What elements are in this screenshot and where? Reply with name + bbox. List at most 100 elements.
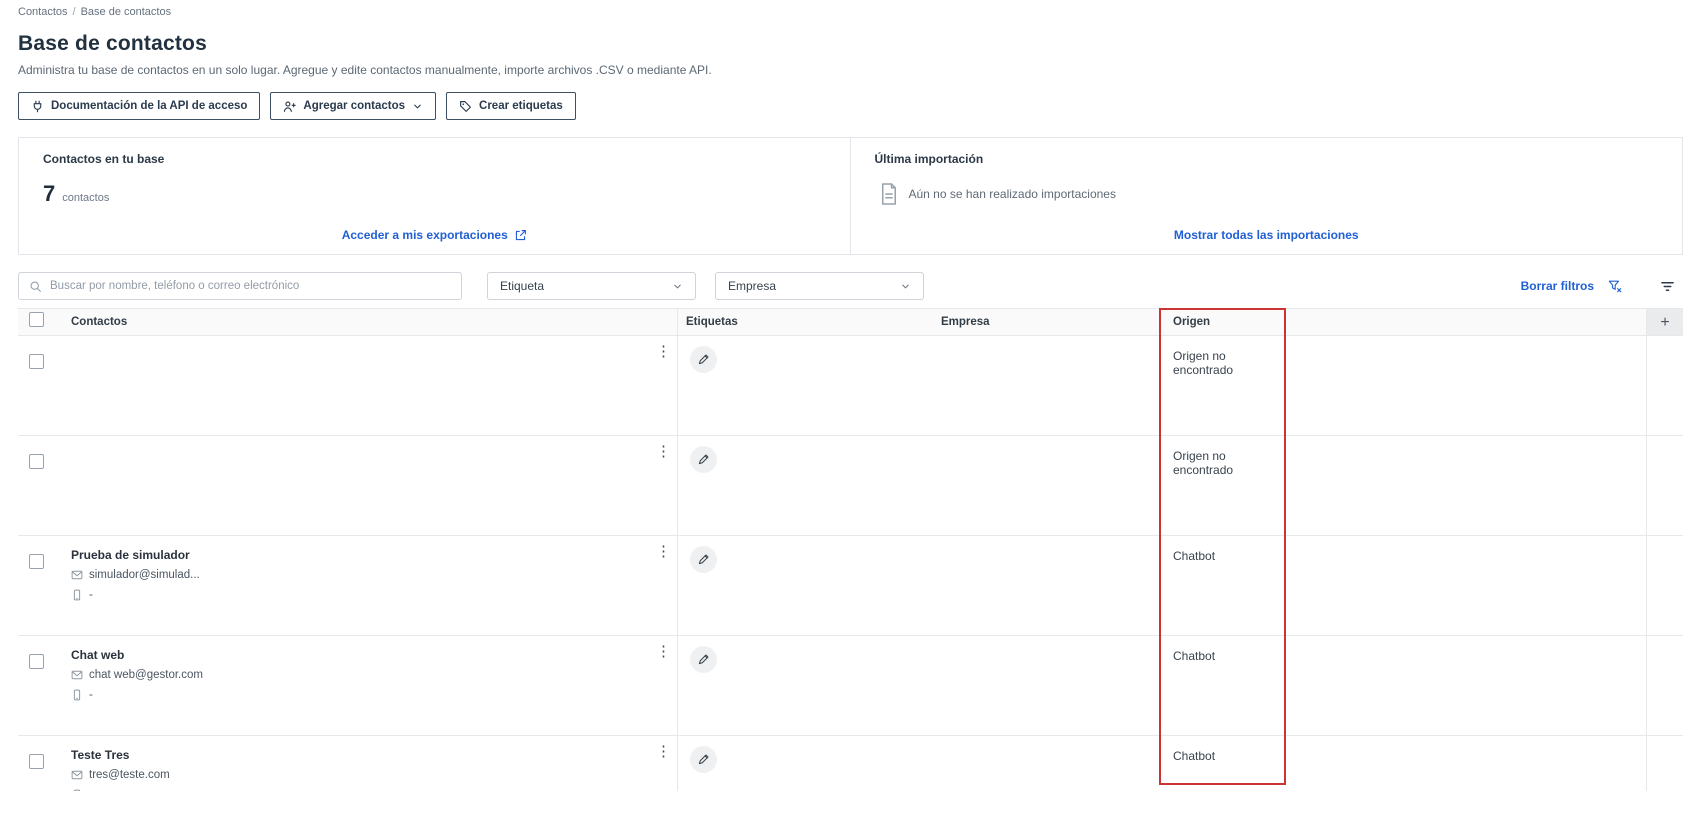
mobile-phone-icon: [73, 789, 81, 791]
create-tags-label: Crear etiquetas: [479, 100, 563, 112]
page-subtitle: Administra tu base de contactos en un so…: [18, 63, 712, 77]
company-cell: [931, 536, 1161, 635]
company-filter-select[interactable]: Empresa: [715, 272, 924, 300]
table-row: Teste Tres tres@teste.com - ⋮ Chatbot: [18, 736, 1683, 791]
contacts-count: 7: [43, 181, 56, 206]
contact-phone-value: -: [89, 788, 93, 791]
contact-info: Teste Tres tres@teste.com -: [64, 736, 677, 791]
tag-filter-label: Etiqueta: [500, 279, 545, 293]
person-add-icon: [284, 101, 297, 112]
last-import-title: Última importación: [874, 152, 984, 166]
tag-icon: [460, 100, 471, 112]
create-tags-button[interactable]: Crear etiquetas: [446, 92, 576, 120]
contact-phone: -: [71, 588, 677, 602]
row-menu-button[interactable]: ⋮: [656, 744, 671, 759]
row-checkbox[interactable]: [29, 454, 44, 469]
breadcrumb-contactos[interactable]: Contactos: [18, 6, 68, 18]
company-cell: [931, 736, 1161, 791]
column-header-empresa: Empresa: [941, 316, 990, 328]
exports-link[interactable]: Acceder a mis exportaciones: [342, 228, 527, 242]
contact-email: chat web@gestor.com: [71, 668, 677, 682]
origin-value: Origen no encontrado: [1173, 349, 1234, 377]
add-contacts-label: Agregar contactos: [303, 100, 406, 112]
row-checkbox[interactable]: [29, 754, 44, 769]
breadcrumb-base-de-contactos: Base de contactos: [80, 6, 172, 18]
contact-phone: -: [71, 788, 677, 791]
contacts-page: Contactos / Base de contactos Base de cont…: [0, 0, 1689, 819]
row-checkbox[interactable]: [29, 554, 44, 569]
filter-settings-icon[interactable]: [1660, 279, 1675, 294]
document-icon: [881, 183, 896, 205]
pencil-icon: [698, 354, 709, 365]
clear-filters-link[interactable]: Borrar filtros: [1521, 279, 1622, 293]
show-imports-link[interactable]: Mostrar todas las importaciones: [1174, 228, 1359, 242]
table-row: Chat web chat web@gestor.com - ⋮ Chatbot: [18, 636, 1683, 736]
row-menu-button[interactable]: ⋮: [656, 544, 671, 559]
contact-phone-value: -: [89, 589, 93, 601]
row-menu-button[interactable]: ⋮: [656, 444, 671, 459]
add-column-button[interactable]: +: [1646, 309, 1683, 335]
edit-tags-button[interactable]: [690, 746, 717, 773]
filter-clear-icon: [1608, 280, 1622, 293]
tag-filter-select[interactable]: Etiqueta: [487, 272, 696, 300]
origin-value: Chatbot: [1173, 749, 1216, 763]
mobile-phone-icon: [73, 689, 81, 701]
row-menu-button[interactable]: ⋮: [656, 644, 671, 659]
edit-tags-button[interactable]: [690, 446, 717, 473]
contacts-count-label: contactos: [62, 192, 110, 204]
column-header-contactos: Contactos: [71, 316, 128, 328]
chevron-down-icon: [902, 284, 909, 288]
import-empty-state: Aún no se han realizado importaciones: [879, 182, 1659, 206]
column-header-etiquetas: Etiquetas: [677, 308, 931, 336]
edit-tags-button[interactable]: [690, 646, 717, 673]
edit-tags-button[interactable]: [690, 546, 717, 573]
api-plug-icon: [33, 100, 42, 112]
row-checkbox[interactable]: [29, 354, 44, 369]
import-empty-message: Aún no se han realizado importaciones: [908, 187, 1116, 201]
contact-name: Chat web: [71, 648, 125, 662]
search-icon: [30, 280, 41, 292]
contact-info: [64, 436, 677, 448]
envelope-icon: [71, 570, 83, 580]
clear-filters-label: Borrar filtros: [1520, 279, 1594, 293]
contacts-table: Contactos Etiquetas Empresa Origen + ⋮ O…: [18, 308, 1683, 791]
contacts-count-row: 7 contactos: [43, 181, 826, 207]
edit-tags-button[interactable]: [690, 346, 717, 373]
select-all-checkbox[interactable]: [29, 312, 44, 327]
company-cell: [931, 436, 1161, 535]
origin-value: Origen no encontrado: [1173, 449, 1234, 477]
envelope-icon: [71, 670, 83, 680]
contact-info: [64, 336, 677, 348]
contact-email: tres@teste.com: [71, 768, 677, 782]
last-import-card: Última importación Aún no se han realiza…: [851, 138, 1683, 254]
api-docs-button[interactable]: Documentación de la API de acceso: [18, 92, 261, 120]
api-docs-label: Documentación de la API de acceso: [51, 100, 248, 112]
add-contacts-button[interactable]: Agregar contactos: [270, 92, 437, 120]
exports-link-label: Acceder a mis exportaciones: [341, 228, 508, 242]
mobile-phone-icon: [73, 589, 81, 601]
row-menu-button[interactable]: ⋮: [656, 344, 671, 359]
contact-email: simulador@simulad...: [71, 568, 677, 582]
search-box: [18, 272, 462, 300]
table-row: Prueba de simulador simulador@simulad...…: [18, 536, 1683, 636]
contacts-summary-title: Contactos en tu base: [43, 152, 165, 166]
contact-info: Chat web chat web@gestor.com -: [64, 636, 677, 702]
origin-value: Chatbot: [1173, 649, 1216, 663]
pencil-icon: [698, 754, 709, 765]
contact-phone-value: -: [89, 689, 93, 701]
company-cell: [931, 636, 1161, 735]
contact-info: Prueba de simulador simulador@simulad...…: [64, 536, 677, 602]
column-header-origen: Origen: [1173, 316, 1211, 328]
search-input[interactable]: [50, 280, 451, 292]
table-header: Contactos Etiquetas Empresa Origen +: [18, 308, 1683, 336]
envelope-icon: [71, 770, 83, 780]
chevron-down-icon: [674, 284, 681, 288]
contact-email-value: simulador@simulad...: [89, 569, 200, 581]
contact-email-value: chat web@gestor.com: [89, 669, 203, 681]
company-filter-label: Empresa: [728, 279, 777, 293]
contact-name: Prueba de simulador: [71, 548, 190, 562]
table-row: ⋮ Origen no encontrado: [18, 336, 1683, 436]
row-checkbox[interactable]: [29, 654, 44, 669]
contacts-summary-card: Contactos en tu base 7 contactos Acceder…: [19, 138, 851, 254]
breadcrumb: Contactos / Base de contactos: [18, 6, 1689, 19]
